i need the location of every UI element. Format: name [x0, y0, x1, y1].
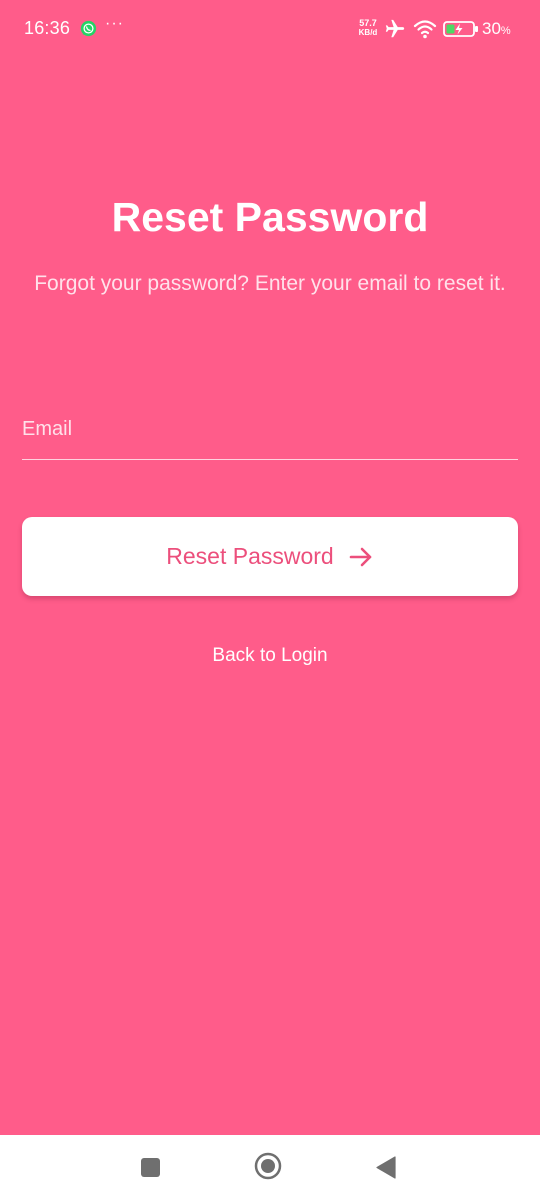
back-to-login-link[interactable]: Back to Login [0, 645, 540, 667]
reset-password-button[interactable]: Reset Password [22, 517, 518, 596]
airplane-mode-icon [385, 19, 405, 38]
arrow-right-icon [349, 547, 372, 566]
email-input[interactable] [22, 400, 518, 460]
reset-password-button-label: Reset Password [166, 543, 334, 569]
network-speed-value: 57.7 [359, 18, 377, 28]
whatsapp-icon [80, 20, 97, 37]
network-speed-unit: KB/d [358, 28, 378, 37]
system-navigation-bar [0, 1135, 540, 1200]
back-icon[interactable] [376, 1156, 396, 1179]
recent-apps-icon[interactable] [141, 1158, 160, 1177]
battery-unit: % [500, 25, 511, 37]
more-notifications-icon: ··· [105, 15, 124, 32]
reset-password-screen: 16:36 ··· 57.7 KB/d 30% Reset Password F… [0, 0, 540, 1135]
email-field [22, 400, 518, 462]
battery-percentage: 30% [482, 19, 511, 39]
page-title: Reset Password [111, 194, 429, 240]
page-subtitle: Forgot your password? Enter your email t… [34, 272, 506, 295]
status-time: 16:36 [24, 18, 71, 38]
status-bar: 16:36 ··· 57.7 KB/d 30% [0, 0, 540, 60]
battery-charging-icon [443, 21, 478, 37]
wifi-icon [413, 20, 437, 39]
home-icon[interactable] [254, 1152, 282, 1180]
network-speed: 57.7 KB/d [356, 18, 380, 38]
battery-level: 30 [482, 19, 501, 38]
